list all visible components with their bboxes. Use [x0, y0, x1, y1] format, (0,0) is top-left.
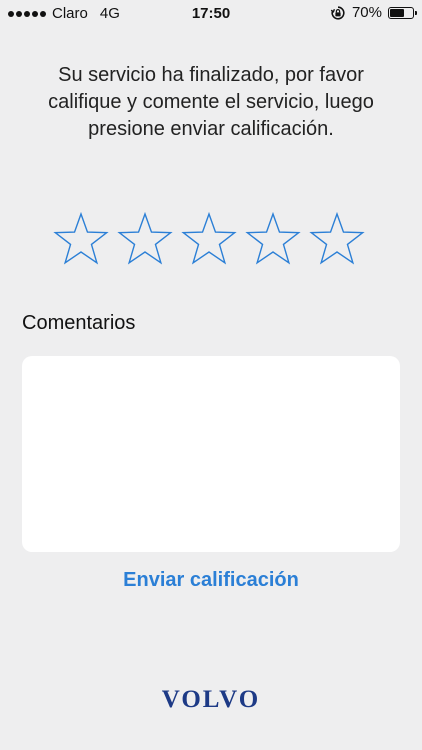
star-icon-2[interactable] — [116, 210, 174, 268]
status-right: 70% — [330, 4, 417, 21]
star-icon-4[interactable] — [244, 210, 302, 268]
comments-input[interactable] — [22, 356, 400, 552]
battery-fill — [390, 8, 404, 17]
volvo-logo: VOLVO — [161, 686, 261, 713]
star-icon-3[interactable] — [180, 210, 238, 268]
battery-percentage: 70% — [351, 4, 382, 21]
instructions-text: Su servicio ha finalizado, por favor cal… — [48, 64, 374, 140]
star-icon-1[interactable] — [52, 210, 110, 268]
rotation-lock-icon — [330, 5, 345, 20]
submit-rating-button[interactable]: Enviar calificación — [0, 568, 422, 593]
comments-label: Comentarios — [22, 312, 136, 334]
star-rating — [52, 210, 366, 268]
battery-icon — [388, 6, 417, 19]
status-bar: Claro 4G 17:50 70% — [0, 0, 422, 28]
star-icon-5[interactable] — [308, 210, 366, 268]
